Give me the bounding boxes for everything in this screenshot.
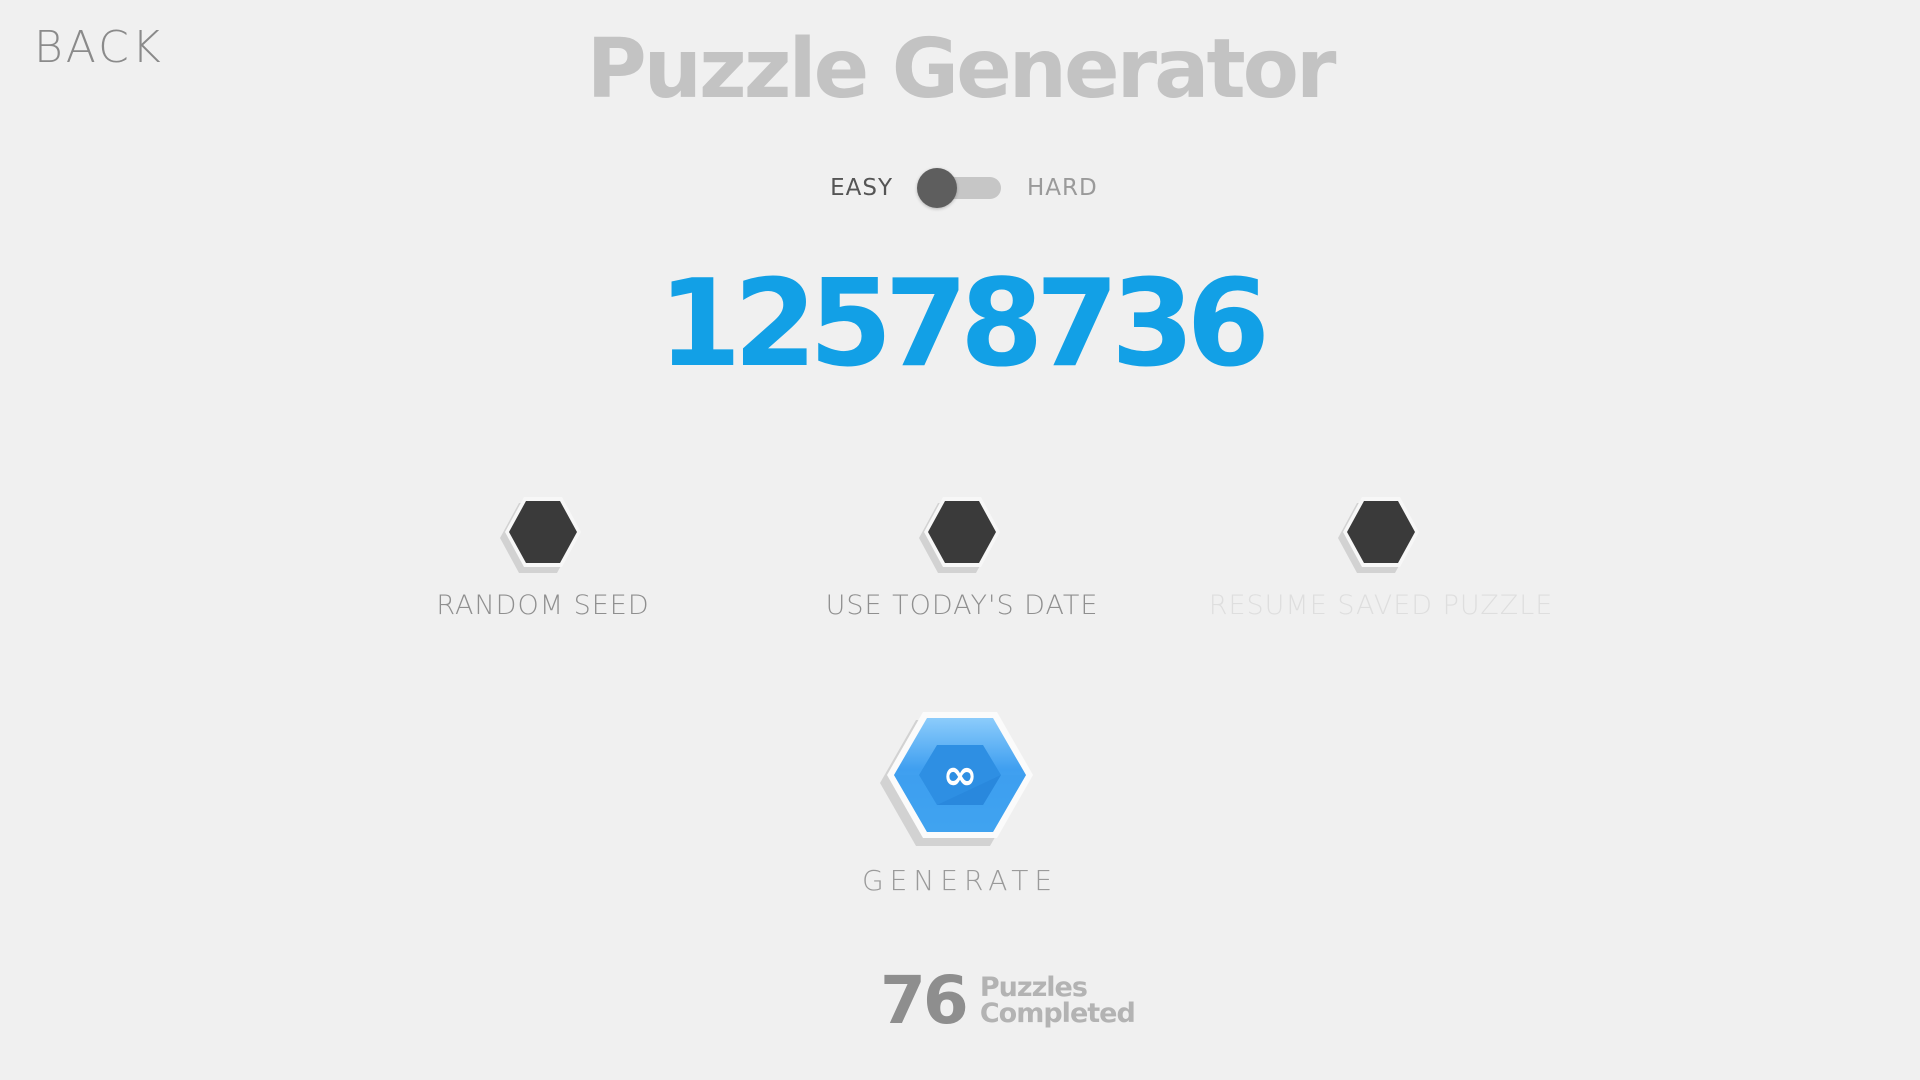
random-seed-option[interactable]: RANDOM SEED <box>333 488 753 621</box>
resume-saved-puzzle-option[interactable]: RESUME SAVED PUZZLE <box>1171 488 1591 621</box>
completed-count: 76 <box>880 962 969 1039</box>
completed-caption: Puzzles Completed <box>979 971 1136 1029</box>
random-seed-hex-icon[interactable] <box>493 488 593 578</box>
infinity-icon: ∞ <box>943 750 978 799</box>
toggle-knob[interactable] <box>917 168 957 208</box>
completed-caption-line2: Completed <box>979 997 1136 1029</box>
page-title: Puzzle Generator <box>586 22 1337 117</box>
resume-saved-puzzle-label: RESUME SAVED PUZZLE <box>1208 590 1554 621</box>
random-seed-label: RANDOM SEED <box>436 590 650 621</box>
difficulty-toggle[interactable] <box>917 168 1003 208</box>
difficulty-selector: EASY HARD <box>0 168 1920 208</box>
resume-saved-puzzle-hex-icon[interactable] <box>1331 488 1431 578</box>
use-todays-date-hex-icon[interactable] <box>912 488 1012 578</box>
seed-number: 12578736 <box>658 255 1270 394</box>
completed-caption-line1: Puzzles <box>979 971 1088 1003</box>
puzzles-completed-stat: 76 Puzzles Completed <box>880 962 1136 1039</box>
difficulty-hard-label[interactable]: HARD <box>1027 175 1097 201</box>
generate-hex-icon[interactable]: ∞ <box>875 700 1045 850</box>
difficulty-easy-label[interactable]: EASY <box>823 175 893 201</box>
puzzle-generator-screen: BACK Puzzle Generator EASY HARD 12578736… <box>0 0 1920 1080</box>
generate-button[interactable]: ∞ GENERATE <box>810 700 1110 897</box>
use-todays-date-option[interactable]: USE TODAY'S DATE <box>752 488 1172 621</box>
generate-label: GENERATE <box>861 864 1059 897</box>
use-todays-date-label: USE TODAY'S DATE <box>825 590 1099 621</box>
